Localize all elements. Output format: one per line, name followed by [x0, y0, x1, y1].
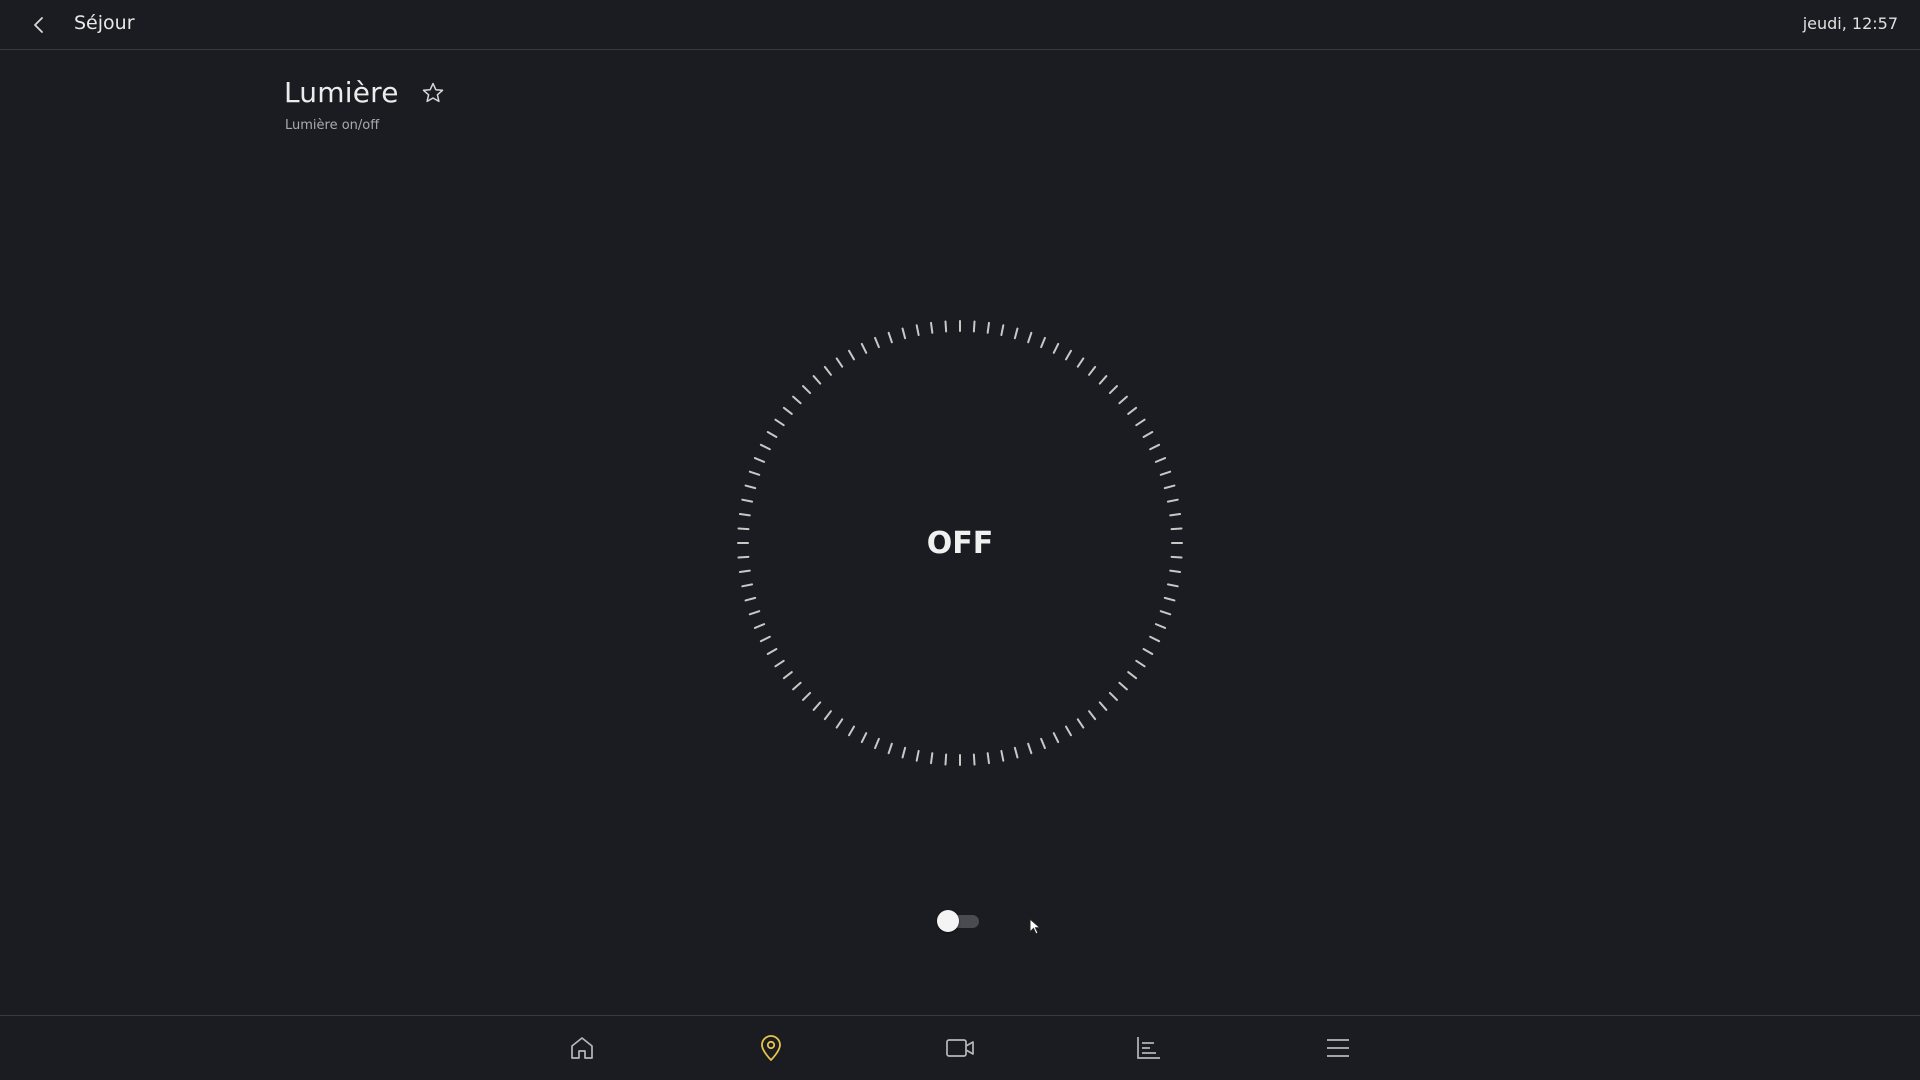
device-title: Lumière [284, 76, 399, 109]
power-toggle[interactable] [937, 910, 981, 932]
date-time: jeudi, 12:57 [1802, 14, 1898, 33]
top-bar: Séjour jeudi, 12:57 [0, 0, 1920, 50]
nav-location[interactable] [753, 1030, 789, 1066]
light-dial[interactable]: OFF [735, 318, 1185, 768]
nav-camera[interactable] [942, 1030, 978, 1066]
favorite-button[interactable] [418, 78, 448, 108]
nav-statistics[interactable] [1130, 1030, 1166, 1066]
mouse-cursor-icon [1029, 918, 1041, 935]
bottom-navigation [0, 1015, 1920, 1080]
star-outline-icon [422, 82, 444, 103]
chevron-left-icon [34, 17, 43, 33]
device-subtitle: Lumière on/off [285, 118, 380, 133]
toggle-knob [937, 910, 959, 932]
dial-state-label: OFF [926, 525, 994, 561]
hamburger-menu-icon [1327, 1039, 1349, 1057]
room-title: Séjour [74, 12, 135, 34]
back-button[interactable] [24, 10, 54, 40]
app-window: Séjour jeudi, 12:57 Lumière Lumière on/o… [0, 0, 1920, 1080]
map-pin-icon [761, 1035, 781, 1061]
chart-icon [1137, 1037, 1160, 1059]
home-icon [571, 1037, 593, 1059]
nav-home[interactable] [564, 1030, 600, 1066]
video-camera-icon [946, 1039, 974, 1057]
nav-menu[interactable] [1320, 1030, 1356, 1066]
